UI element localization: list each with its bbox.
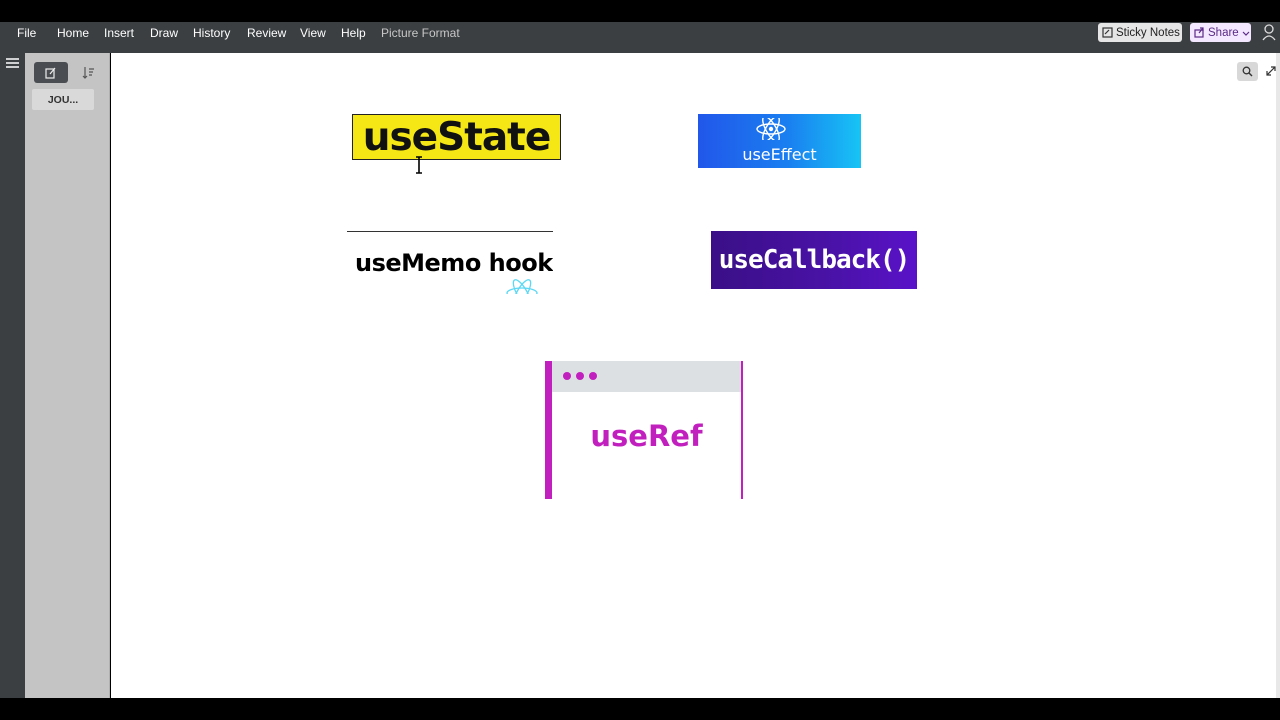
tab-history[interactable]: History [193,26,230,40]
tab-view[interactable]: View [300,26,326,40]
usestate-image[interactable]: useState [352,114,561,160]
sort-button[interactable] [78,62,98,83]
tab-review[interactable]: Review [247,26,286,40]
vertical-scrollbar[interactable] [1276,53,1280,698]
browser-bar [552,361,741,392]
react-atom-icon [506,279,538,294]
tab-insert[interactable]: Insert [104,26,134,40]
sticky-notes-button[interactable]: Sticky Notes [1098,23,1182,42]
tab-file[interactable]: File [17,26,36,40]
bottom-black-bar [0,698,1280,720]
sticky-notes-label: Sticky Notes [1116,26,1180,39]
search-button[interactable] [1237,62,1258,81]
onenote-window: File Home Insert Draw History Review Vie… [0,0,1280,720]
useref-image[interactable]: useRef [545,361,743,499]
usestate-text: useState [362,114,552,160]
top-black-bar [0,0,1280,22]
sticky-note-icon [1102,27,1113,38]
sort-icon [82,67,94,79]
new-page-button[interactable] [34,62,68,83]
expand-button[interactable] [1263,63,1278,79]
useref-text: useRef [590,419,703,453]
tab-home[interactable]: Home [57,26,89,40]
ribbon-tabs: File Home Insert Draw History Review Vie… [0,22,1280,44]
search-icon [1242,66,1253,77]
share-icon [1194,27,1204,38]
usememo-image[interactable]: useMemo hook [347,231,553,294]
tab-help[interactable]: Help [341,26,366,40]
useeffect-text: useEffect [742,145,817,164]
usecallback-text: useCallback() [718,245,910,275]
react-atom-icon [756,118,786,140]
ribbon-strip [0,44,1280,53]
new-page-icon [45,67,56,79]
expand-icon [1265,66,1276,76]
chevron-down-icon [1242,31,1250,36]
share-button[interactable]: Share [1190,23,1251,42]
usememo-text: useMemo hook [355,249,553,277]
tab-draw[interactable]: Draw [150,26,178,40]
useeffect-image[interactable]: useEffect [698,114,861,168]
person-icon[interactable] [1262,23,1278,41]
pages-panel [25,53,110,698]
hamburger-icon[interactable] [6,58,19,68]
share-label: Share [1208,26,1239,39]
left-rail [0,53,25,698]
page-item[interactable]: JOU... [32,89,94,110]
browser-dot [576,372,584,380]
usecallback-image[interactable]: useCallback() [711,231,917,289]
tab-picture-format[interactable]: Picture Format [381,26,460,40]
browser-dot [563,372,571,380]
text-cursor-icon [416,156,422,174]
browser-dot [589,372,597,380]
